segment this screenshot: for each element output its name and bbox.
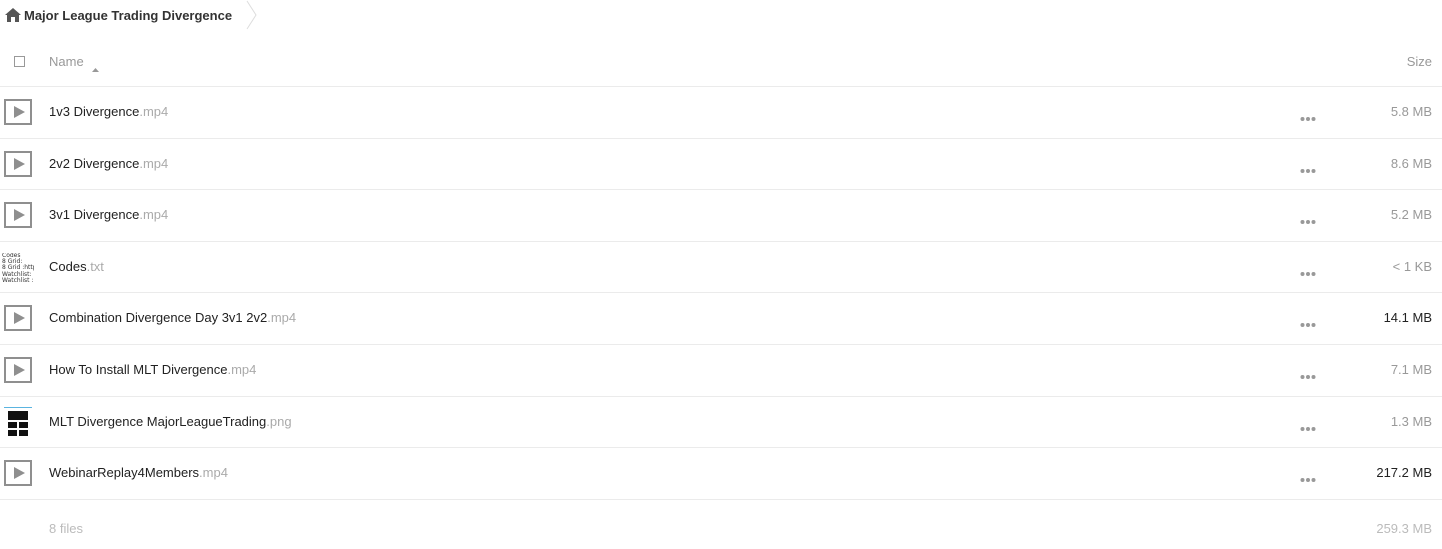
more-actions-icon[interactable] xyxy=(1300,420,1316,431)
more-actions-icon[interactable] xyxy=(1300,162,1316,173)
file-row[interactable]: 3v1 Divergence.mp4 5.2 MB xyxy=(0,190,1442,242)
file-size: 14.1 MB xyxy=(1383,310,1432,326)
file-size: 8.6 MB xyxy=(1390,155,1432,171)
file-name[interactable]: Codes.txt xyxy=(49,259,104,274)
file-size: 217.2 MB xyxy=(1376,465,1432,481)
more-actions-icon[interactable] xyxy=(1300,368,1316,379)
file-name[interactable]: 1v3 Divergence.mp4 xyxy=(49,104,168,119)
play-icon xyxy=(4,460,32,487)
play-icon xyxy=(4,150,32,177)
file-name[interactable]: 3v1 Divergence.mp4 xyxy=(49,207,168,222)
column-name-label: Name xyxy=(49,54,84,69)
file-list-header: Name Size xyxy=(0,36,1442,87)
file-list-summary: 8 files 259.3 MB xyxy=(0,519,1442,539)
more-actions-icon[interactable] xyxy=(1300,316,1316,328)
file-row[interactable]: Combination Divergence Day 3v1 2v2.mp4 1… xyxy=(0,293,1442,345)
breadcrumb-chevron-icon xyxy=(246,0,258,30)
file-size: < 1 KB xyxy=(1392,258,1432,274)
breadcrumb-folder-label[interactable]: Major League Trading Divergence xyxy=(24,8,232,23)
file-name[interactable]: Combination Divergence Day 3v1 2v2.mp4 xyxy=(49,310,296,325)
play-icon xyxy=(4,356,32,383)
more-actions-icon[interactable] xyxy=(1300,213,1316,225)
more-actions-icon[interactable] xyxy=(1300,265,1316,276)
file-name[interactable]: How To Install MLT Divergence.mp4 xyxy=(49,362,256,377)
image-preview-thumbnail xyxy=(4,406,32,439)
file-name[interactable]: WebinarReplay4Members.mp4 xyxy=(49,465,228,480)
file-name[interactable]: 2v2 Divergence.mp4 xyxy=(49,156,168,171)
file-row[interactable]: How To Install MLT Divergence.mp4 7.1 MB xyxy=(0,345,1442,397)
file-size: 7.1 MB xyxy=(1390,361,1432,377)
select-all-checkbox[interactable] xyxy=(14,56,25,67)
sort-ascending-icon xyxy=(91,60,99,72)
file-row[interactable]: 1v3 Divergence.mp4 5.8 MB xyxy=(0,87,1442,139)
more-actions-icon[interactable] xyxy=(1300,110,1316,121)
breadcrumb: Major League Trading Divergence xyxy=(0,0,258,30)
file-name[interactable]: MLT Divergence MajorLeagueTrading.png xyxy=(49,414,292,429)
file-row[interactable]: Codes 8 Grid: 8 Grid :http Watchlist: Wa… xyxy=(0,242,1442,294)
more-actions-icon[interactable] xyxy=(1300,471,1316,483)
file-list: 1v3 Divergence.mp4 5.8 MB 2v2 Divergence… xyxy=(0,87,1442,500)
file-size: 1.3 MB xyxy=(1390,413,1432,429)
column-header-size[interactable]: Size xyxy=(1407,54,1432,69)
play-icon xyxy=(4,99,32,125)
file-size: 5.2 MB xyxy=(1390,207,1432,223)
file-row[interactable]: MLT Divergence MajorLeagueTrading.png 1.… xyxy=(0,397,1442,449)
play-icon xyxy=(4,305,32,332)
column-header-name[interactable]: Name xyxy=(49,54,99,72)
text-preview-thumbnail: Codes 8 Grid: 8 Grid :http Watchlist: Wa… xyxy=(2,252,34,284)
total-size: 259.3 MB xyxy=(1376,521,1432,536)
file-row[interactable]: 2v2 Divergence.mp4 8.6 MB xyxy=(0,139,1442,191)
file-row[interactable]: WebinarReplay4Members.mp4 217.2 MB xyxy=(0,448,1442,500)
home-icon[interactable] xyxy=(5,8,21,22)
file-count: 8 files xyxy=(49,521,83,536)
play-icon xyxy=(4,202,32,229)
file-size: 5.8 MB xyxy=(1390,104,1432,119)
